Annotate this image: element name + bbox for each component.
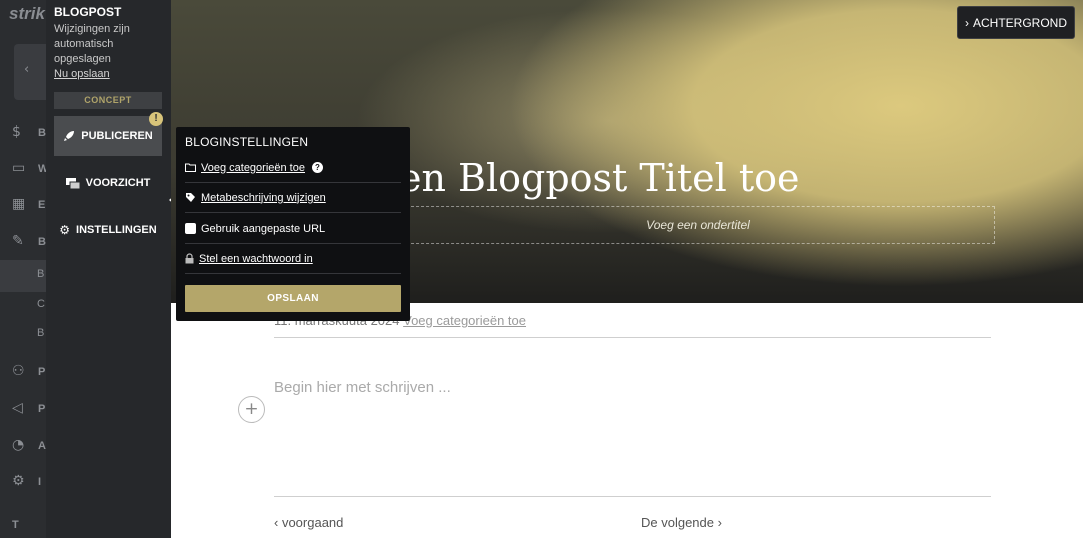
background-button[interactable]: › ACHTERGROND [957, 6, 1075, 39]
save-button[interactable]: OPSLAAN [185, 285, 401, 312]
chevron-left-icon: ‹ [274, 515, 282, 530]
calendar-icon: ▦ [12, 196, 26, 212]
meta-row[interactable]: Metabeschrijving wijzigen [185, 183, 401, 213]
meta-link[interactable]: Metabeschrijving wijzigen [201, 192, 326, 204]
preview-label: VOORZICHT [85, 177, 151, 189]
back-button[interactable]: ‹ [14, 44, 46, 100]
password-row[interactable]: Stel een wachtwoord in [185, 244, 401, 274]
divider [274, 496, 991, 497]
blogpost-panel: BLOGPOST Wijzigingen zijn automatisch op… [46, 0, 175, 538]
custom-url-checkbox[interactable] [185, 223, 196, 234]
nav-item-7[interactable]: ◔ A [12, 437, 46, 461]
add-categories-link[interactable]: Voeg categorieën toe [403, 313, 526, 328]
chevron-right-icon: › [714, 515, 722, 530]
panel-title: BLOGPOST [54, 5, 122, 19]
main-nav: strik ‹ $ B ▭ W ▦ E ✎ B B C B ⚇ P ◁ P ◔ A ⚙ I T [0, 0, 46, 538]
nav-item-2[interactable]: ▭ W [12, 160, 46, 184]
add-block-button[interactable]: + [238, 396, 265, 423]
pen-icon: ✎ [12, 233, 24, 249]
publish-label: PUBLICEREN [81, 130, 153, 142]
nav-item-9[interactable]: T [12, 516, 42, 538]
subtitle-input[interactable]: Voeg een ondertitel [401, 206, 995, 244]
chart-icon: ◔ [12, 437, 25, 453]
preview-button[interactable]: VOORZICHT [54, 170, 162, 196]
custom-url-label: Gebruik aangepaste URL [201, 222, 326, 235]
background-label: ACHTERGROND [972, 15, 1067, 30]
dollar-icon: $ [12, 124, 21, 140]
store-icon: ▭ [12, 160, 26, 176]
post-title[interactable]: en Blogpost Titel toe [399, 156, 800, 200]
tag-icon [186, 193, 195, 202]
nav-item-1[interactable]: $ B [12, 124, 46, 148]
nav-subitem-2[interactable]: C [37, 298, 45, 310]
categories-link[interactable]: Voeg categorieën toe [201, 162, 305, 174]
back-arrow-icon: ‹ [24, 62, 30, 77]
settings-button[interactable]: ⚙ INSTELLINGEN [54, 217, 162, 243]
lock-icon [185, 253, 194, 264]
brand-logo: strik [9, 4, 45, 23]
settings-label: INSTELLINGEN [76, 224, 157, 236]
custom-url-row[interactable]: Gebruik aangepaste URL [185, 214, 401, 244]
help-icon[interactable]: ? [311, 162, 323, 173]
divider [274, 337, 991, 338]
users-icon: ⚇ [12, 363, 25, 379]
next-link[interactable]: De volgende › [641, 515, 722, 530]
nav-item-8[interactable]: ⚙ I [12, 473, 42, 497]
nav-subitem-3[interactable]: B [37, 327, 44, 339]
body-editor[interactable]: Begin hier met schrijven ... [274, 379, 451, 396]
settings-icon: ⚙ [12, 473, 25, 489]
publish-button[interactable]: PUBLICEREN [54, 116, 162, 156]
chevron-right-icon: › [964, 15, 969, 30]
gear-icon: ⚙ [59, 223, 71, 237]
nav-item-3[interactable]: ▦ E [12, 196, 45, 220]
blog-settings-popover: BLOGINSTELLINGEN Voeg categorieën toe ? … [176, 127, 410, 321]
nav-item-6[interactable]: ◁ P [12, 400, 45, 424]
save-now-link[interactable]: Nu opslaan [54, 68, 110, 80]
nav-subitem-1[interactable]: B [37, 268, 44, 280]
status-badge: CONCEPT [54, 92, 162, 109]
password-link[interactable]: Stel een wachtwoord in [199, 253, 313, 265]
previous-link[interactable]: ‹ voorgaand [274, 515, 343, 530]
rocket-icon [64, 131, 75, 141]
nav-item-5[interactable]: ⚇ P [12, 363, 45, 387]
editor-content: 11. marraskuuta 2024 Voeg categorieën to… [171, 303, 1083, 538]
save-status: Wijzigingen zijn automatisch opgeslagen [54, 23, 130, 65]
nav-item-blog[interactable]: ✎ B [12, 233, 46, 257]
popover-heading: BLOGINSTELLINGEN [185, 135, 309, 149]
preview-icon [65, 177, 80, 189]
warning-icon: ! [149, 112, 163, 126]
categories-row[interactable]: Voeg categorieën toe ? [185, 153, 401, 183]
folder-icon [185, 163, 196, 172]
megaphone-icon: ◁ [12, 400, 23, 416]
